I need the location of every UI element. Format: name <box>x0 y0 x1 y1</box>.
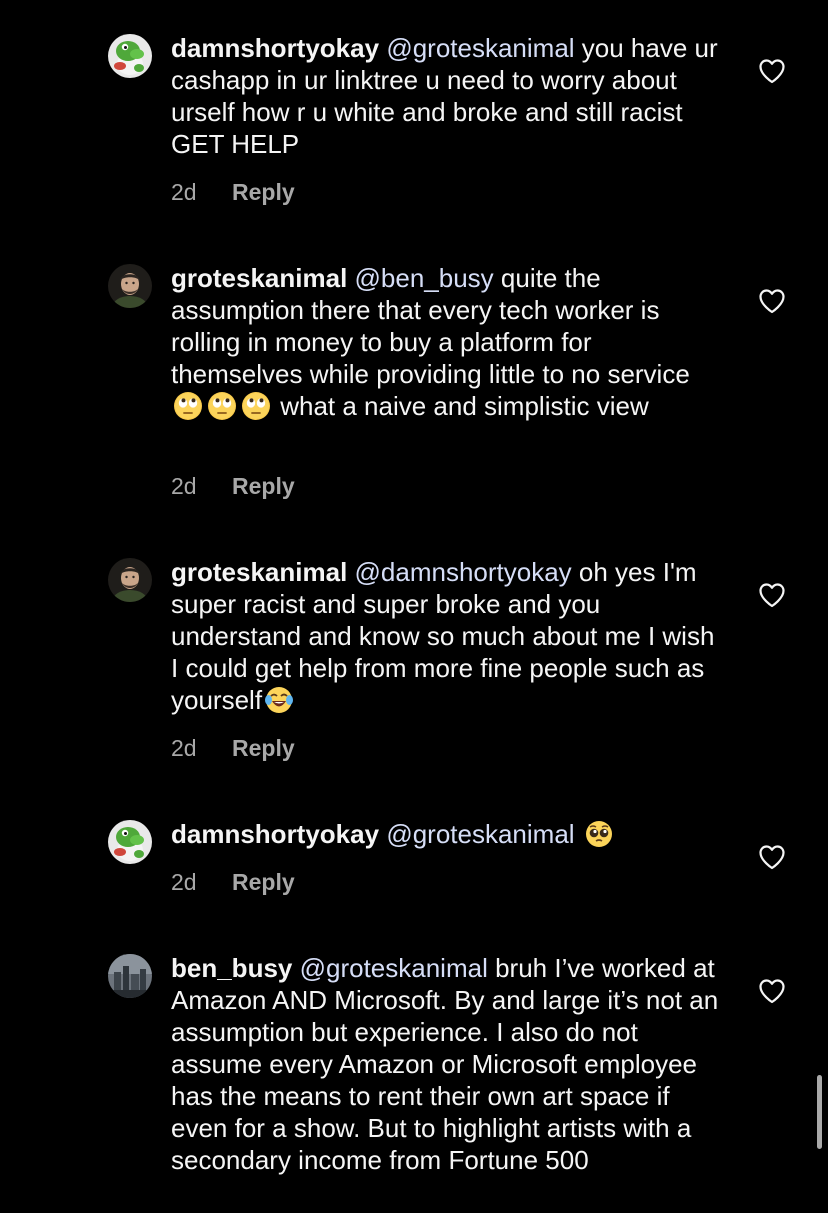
reply-button[interactable]: Reply <box>232 473 295 499</box>
heart-outline-icon <box>759 59 785 84</box>
avatar[interactable] <box>108 820 152 864</box>
like-button[interactable] <box>758 582 786 608</box>
yoshi-avatar-icon <box>108 34 152 78</box>
comment-mention[interactable]: @damnshortyokay <box>355 557 572 587</box>
like-button[interactable] <box>758 978 786 1004</box>
scrollbar[interactable] <box>817 1075 822 1149</box>
face-with-rolling-eyes-emoji <box>241 391 271 421</box>
like-button[interactable] <box>758 288 786 314</box>
reply-button[interactable]: Reply <box>232 179 295 205</box>
heart-outline-icon <box>759 845 785 870</box>
avatar[interactable] <box>108 558 152 602</box>
yoshi-avatar-icon <box>108 820 152 864</box>
comment-mention[interactable]: @ben_busy <box>355 263 494 293</box>
comment-timestamp: 2d <box>171 473 197 499</box>
comment-username[interactable]: damnshortyokay <box>171 33 379 63</box>
like-button[interactable] <box>758 844 786 870</box>
comment-body: damnshortyokay @groteskanimal you have u… <box>171 32 719 160</box>
comment-body: ben_busy @groteskanimal bruh I’ve worked… <box>171 952 719 1176</box>
heart-outline-icon <box>759 289 785 314</box>
avatar[interactable] <box>108 34 152 78</box>
reply-button[interactable]: Reply <box>232 869 295 895</box>
comment-timestamp: 2d <box>171 179 197 205</box>
comment-body: damnshortyokay @groteskanimal <box>171 818 719 850</box>
comment-text-after-emoji: what a naive and simplistic view <box>273 391 649 421</box>
comment-timestamp: 2d <box>171 735 197 761</box>
reply-button[interactable]: Reply <box>232 735 295 761</box>
pleading-face-emoji <box>584 819 614 849</box>
comment-body: groteskanimal @damnshortyokay oh yes I'm… <box>171 556 719 716</box>
face-with-rolling-eyes-emoji <box>173 391 203 421</box>
comment-timestamp: 2d <box>171 869 197 895</box>
cityscape-avatar-icon <box>108 954 152 998</box>
comment-mention[interactable]: @groteskanimal <box>386 33 574 63</box>
comment-text <box>575 819 582 849</box>
avatar[interactable] <box>108 954 152 998</box>
comment-username[interactable]: groteskanimal <box>171 557 347 587</box>
comment-username[interactable]: ben_busy <box>171 953 292 983</box>
comment-text: bruh I’ve worked at Amazon AND Microsoft… <box>171 953 719 1175</box>
comment-username[interactable]: damnshortyokay <box>171 819 379 849</box>
comment-body: groteskanimal @ben_busy quite the assump… <box>171 262 719 422</box>
comment-username[interactable]: groteskanimal <box>171 263 347 293</box>
heart-outline-icon <box>759 979 785 1004</box>
man-portrait-avatar-icon <box>108 558 152 602</box>
comment-meta: 2d Reply <box>171 868 295 896</box>
comment-meta: 2d Reply <box>171 178 295 206</box>
face-with-rolling-eyes-emoji <box>207 391 237 421</box>
comment-mention[interactable]: @groteskanimal <box>386 819 574 849</box>
heart-outline-icon <box>759 583 785 608</box>
comment-meta: 2d Reply <box>171 734 295 762</box>
comment-mention[interactable]: @groteskanimal <box>300 953 488 983</box>
like-button[interactable] <box>758 58 786 84</box>
avatar[interactable] <box>108 264 152 308</box>
face-with-tears-of-joy-emoji <box>264 685 294 715</box>
man-portrait-avatar-icon <box>108 264 152 308</box>
comment-meta: 2d Reply <box>171 472 295 500</box>
